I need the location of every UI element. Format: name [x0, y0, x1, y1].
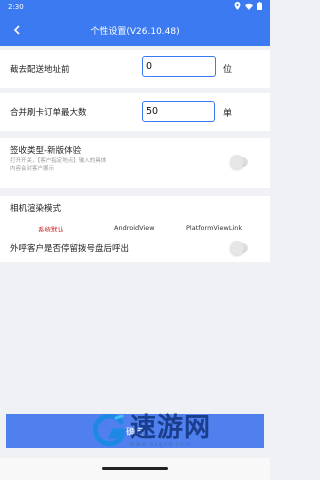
sign-type-description-1: 打开开关，【客户指定地点】输入的具体 [10, 158, 107, 164]
app-bar: 个性设置(V26.10.48) [0, 14, 270, 46]
battery-icon [257, 2, 262, 12]
sign-type-description-2: 内容会对客户展示 [10, 166, 55, 172]
wifi-icon [245, 3, 253, 12]
cutoff-address-row: 截去配送地址前 0 位 [0, 50, 270, 88]
page-title: 个性设置(V26.10.48) [90, 26, 180, 37]
merge-orders-input[interactable]: 50 [142, 101, 215, 122]
cutoff-address-label: 截去配送地址前 [10, 65, 70, 75]
back-button[interactable] [8, 21, 26, 39]
outbound-call-label: 外呼客户是否停留拨号盘后呼出 [10, 244, 130, 254]
system-nav-bar [0, 458, 270, 480]
sign-type-label: 签收类型-新版体验 [10, 146, 82, 156]
chevron-left-icon [13, 25, 20, 35]
tab-platform-view-link[interactable]: PlatformViewLink [186, 224, 242, 232]
status-bar: 2:30 [0, 0, 270, 14]
outbound-call-row: 外呼客户是否停留拨号盘后呼出 [0, 232, 270, 262]
camera-render-label: 相机渲染模式 [10, 204, 62, 214]
merge-orders-label: 合并刷卡订单最大数 [10, 108, 87, 118]
sign-type-row: 签收类型-新版体验 打开开关，【客户指定地点】输入的具体 内容会对客户展示 [0, 138, 270, 188]
watermark-title: 速游网 [130, 412, 212, 443]
status-icons [234, 2, 262, 12]
cutoff-address-unit: 位 [223, 65, 233, 75]
watermark: 速游网 www.sxgxd.com [92, 410, 252, 452]
merge-orders-row: 合并刷卡订单最大数 50 单 [0, 93, 270, 131]
location-icon [234, 2, 241, 12]
tab-android-view[interactable]: AndroidView [114, 224, 155, 232]
watermark-logo-icon [92, 414, 126, 447]
home-indicator[interactable] [102, 467, 168, 470]
status-time: 2:30 [8, 3, 24, 11]
outbound-call-toggle[interactable] [230, 241, 248, 255]
cutoff-address-input[interactable]: 0 [142, 56, 216, 77]
watermark-subtitle: www.sxgxd.com [130, 440, 192, 448]
merge-orders-unit: 单 [223, 109, 233, 119]
sign-type-toggle[interactable] [230, 155, 248, 169]
